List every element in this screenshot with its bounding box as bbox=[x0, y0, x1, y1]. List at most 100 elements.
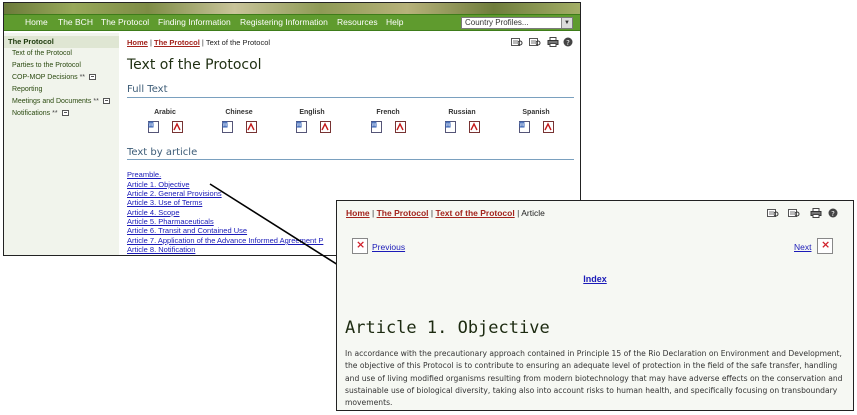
breadcrumb: Home | The Protocol | Text of the Protoc… bbox=[127, 38, 270, 47]
language-spanish-label: Spanish bbox=[522, 109, 550, 116]
pdf-document-icon[interactable] bbox=[172, 121, 183, 133]
search-page-icon[interactable] bbox=[767, 208, 779, 218]
nav-registering-information[interactable]: Registering Information bbox=[240, 17, 328, 27]
search-page-icon[interactable] bbox=[511, 37, 523, 47]
pdf-document-icon[interactable] bbox=[469, 121, 480, 133]
sidebar-item-meetings-documents[interactable]: Meetings and Documents ** bbox=[4, 96, 119, 108]
word-document-icon[interactable]: W bbox=[519, 121, 530, 133]
sidebar-item-notifications[interactable]: Notifications ** bbox=[4, 108, 119, 120]
page-title: Text of the Protocol bbox=[127, 57, 262, 73]
language-chinese-label: Chinese bbox=[225, 109, 253, 116]
help-icon[interactable]: ? bbox=[563, 37, 575, 47]
article-link-2[interactable]: Article 2. General Provisions bbox=[127, 189, 222, 198]
sidebar-item-label: Parties to the Protocol bbox=[12, 62, 81, 69]
breadcrumb-protocol-link[interactable]: The Protocol bbox=[154, 38, 200, 47]
nav-the-bch[interactable]: The BCH bbox=[58, 17, 93, 27]
print-icon[interactable] bbox=[810, 208, 822, 218]
view-document-icon[interactable] bbox=[529, 37, 541, 47]
next-arrow-icon[interactable] bbox=[817, 238, 833, 254]
article-body: In accordance with the precautionary app… bbox=[345, 349, 843, 408]
country-select-value: Country Profiles... bbox=[465, 18, 529, 27]
pdf-document-icon[interactable] bbox=[395, 121, 406, 133]
sidebar-item-label: Notifications bbox=[12, 110, 51, 117]
print-icon[interactable] bbox=[547, 37, 559, 47]
breadcrumb-home-link[interactable]: Home bbox=[127, 38, 148, 47]
index-link[interactable]: Index bbox=[337, 274, 853, 284]
previous-link[interactable]: Previous bbox=[372, 242, 405, 252]
pdf-document-icon[interactable] bbox=[320, 121, 331, 133]
svg-text:W: W bbox=[372, 123, 377, 129]
sidebar-item-label: COP-MOP Decisions bbox=[12, 74, 78, 81]
svg-text:W: W bbox=[297, 123, 302, 129]
help-icon[interactable]: ? bbox=[828, 208, 840, 218]
sidebar-item-text-of-protocol[interactable]: Text of the Protocol bbox=[4, 48, 119, 60]
article-title: Article 1. Objective bbox=[345, 318, 550, 338]
nav-resources[interactable]: Resources bbox=[337, 17, 378, 27]
sidebar-item-cop-mop-decisions[interactable]: COP-MOP Decisions ** bbox=[4, 72, 119, 84]
sidebar-item-marker: ** bbox=[79, 74, 86, 81]
language-french-label: French bbox=[376, 109, 400, 116]
breadcrumb-separator: | bbox=[201, 38, 204, 47]
article-link-4[interactable]: Article 4. Scope bbox=[127, 208, 180, 217]
sidebar-item-label: Meetings and Documents bbox=[12, 98, 92, 105]
svg-text:W: W bbox=[223, 123, 228, 129]
language-english-label: English bbox=[299, 109, 325, 116]
nav-finding-information[interactable]: Finding Information bbox=[158, 17, 231, 27]
popup-window-icon[interactable] bbox=[88, 74, 96, 80]
sidebar-item-reporting[interactable]: Reporting bbox=[4, 84, 119, 96]
next-link[interactable]: Next bbox=[794, 242, 811, 252]
nav-help[interactable]: Help bbox=[386, 17, 403, 27]
sidebar-item-marker: ** bbox=[93, 98, 99, 105]
word-document-icon[interactable]: W bbox=[148, 121, 159, 133]
breadcrumb-text-link[interactable]: Text of the Protocol bbox=[436, 208, 515, 218]
svg-text:W: W bbox=[446, 123, 451, 129]
popup-window-icon[interactable] bbox=[61, 110, 69, 116]
breadcrumb-current: Text of the Protocol bbox=[205, 38, 271, 47]
svg-text:?: ? bbox=[831, 210, 835, 218]
word-document-icon[interactable]: W bbox=[371, 121, 382, 133]
top-navigation: Home The BCH The Protocol Finding Inform… bbox=[4, 14, 580, 31]
breadcrumb-separator: | bbox=[372, 208, 375, 218]
text-by-article-heading: Text by article bbox=[127, 147, 198, 158]
section-divider bbox=[127, 97, 574, 98]
breadcrumb-separator: | bbox=[517, 208, 520, 218]
site-banner bbox=[4, 3, 580, 14]
article-link-1[interactable]: Article 1. Objective bbox=[127, 180, 190, 189]
language-arabic-label: Arabic bbox=[154, 109, 176, 116]
sidebar-item-parties[interactable]: Parties to the Protocol bbox=[4, 60, 119, 72]
nav-the-protocol[interactable]: The Protocol bbox=[101, 17, 149, 27]
previous-arrow-icon[interactable] bbox=[352, 238, 368, 254]
word-document-icon[interactable]: W bbox=[222, 121, 233, 133]
language-russian-label: Russian bbox=[448, 109, 476, 116]
nav-home[interactable]: Home bbox=[25, 17, 48, 27]
article-link-7[interactable]: Article 7. Application of the Advance In… bbox=[127, 236, 323, 245]
pdf-document-icon[interactable] bbox=[543, 121, 554, 133]
country-profiles-select[interactable]: Country Profiles... ▼ bbox=[461, 17, 573, 29]
sidebar-heading[interactable]: The Protocol bbox=[4, 36, 119, 48]
pdf-document-icon[interactable] bbox=[246, 121, 257, 133]
sidebar: The Protocol Text of the Protocol Partie… bbox=[4, 33, 119, 255]
breadcrumb: Home | The Protocol | Text of the Protoc… bbox=[346, 208, 545, 218]
sidebar-item-marker: ** bbox=[52, 110, 58, 117]
breadcrumb-separator: | bbox=[149, 38, 152, 47]
view-document-icon[interactable] bbox=[788, 208, 800, 218]
svg-text:?: ? bbox=[566, 39, 570, 47]
sidebar-item-label: Text of the Protocol bbox=[12, 50, 72, 57]
breadcrumb-home-link[interactable]: Home bbox=[346, 208, 370, 218]
breadcrumb-protocol-link[interactable]: The Protocol bbox=[377, 208, 429, 218]
word-document-icon[interactable]: W bbox=[445, 121, 456, 133]
svg-text:W: W bbox=[149, 123, 154, 129]
breadcrumb-separator: | bbox=[430, 208, 434, 218]
svg-text:W: W bbox=[520, 123, 525, 129]
word-document-icon[interactable]: W bbox=[296, 121, 307, 133]
chevron-down-icon: ▼ bbox=[561, 18, 572, 28]
article-window: Home | The Protocol | Text of the Protoc… bbox=[336, 200, 854, 411]
article-link-6[interactable]: Article 6. Transit and Contained Use bbox=[127, 226, 247, 235]
article-link-8[interactable]: Article 8. Notification bbox=[127, 245, 195, 254]
article-link-5[interactable]: Article 5. Pharmaceuticals bbox=[127, 217, 214, 226]
article-link-preamble[interactable]: Preamble. bbox=[127, 170, 161, 179]
popup-window-icon[interactable] bbox=[102, 98, 110, 104]
full-text-heading: Full Text bbox=[127, 84, 168, 95]
section-divider bbox=[127, 159, 574, 160]
article-link-3[interactable]: Article 3. Use of Terms bbox=[127, 198, 202, 207]
